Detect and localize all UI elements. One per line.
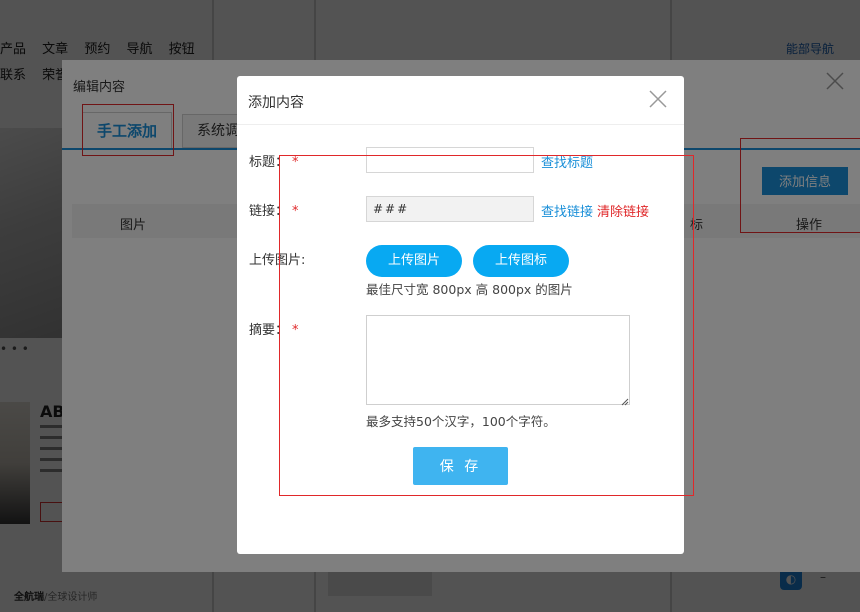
dialog-title: 添加内容	[248, 95, 304, 111]
close-icon[interactable]	[647, 88, 669, 110]
annotation-box	[279, 155, 694, 496]
dialog-header: 添加内容	[237, 76, 684, 125]
